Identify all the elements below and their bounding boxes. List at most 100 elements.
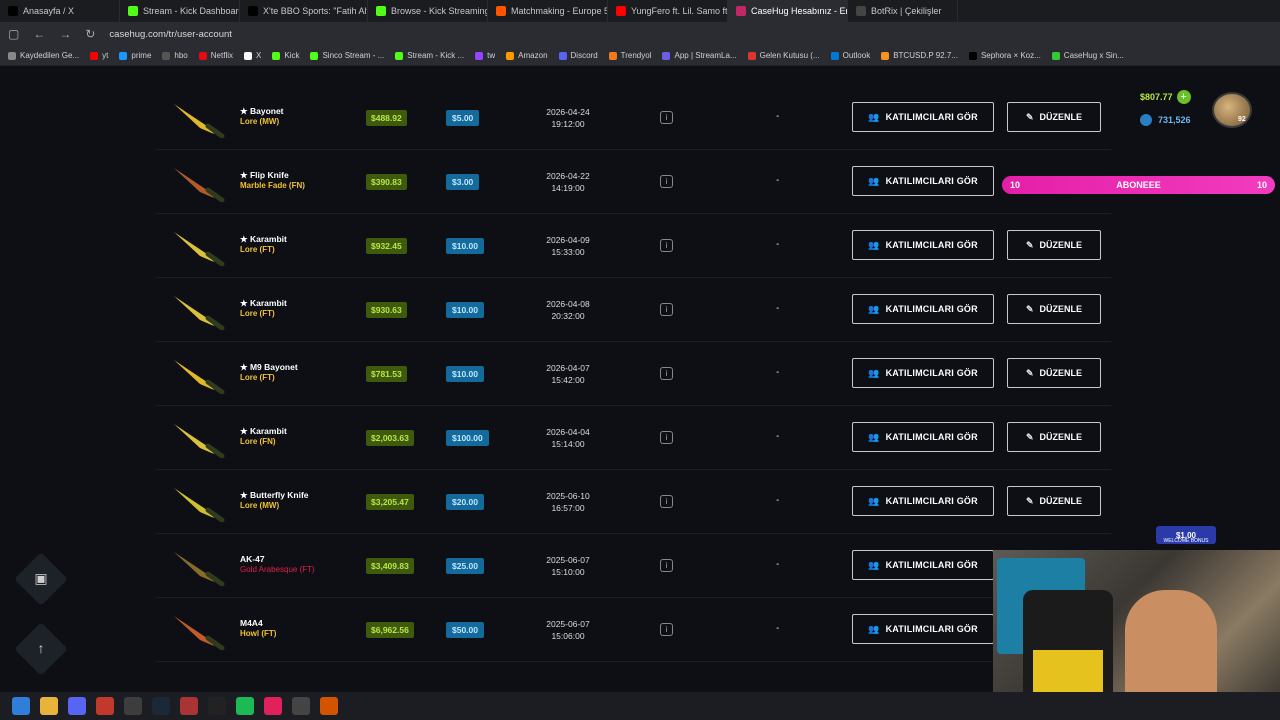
info-icon[interactable]: i [660, 303, 673, 316]
browser-tab[interactable]: YungFero ft. Lil. Samo ft. A... [608, 0, 728, 22]
browser-tab-bar: Anasayfa / X Stream - Kick Dashboard X'te … [0, 0, 1280, 22]
bookmark-item[interactable]: Outlook [830, 51, 871, 60]
view-participants-button[interactable]: 👥 KATILIMCILARI GÖR [852, 102, 994, 132]
bookmark-item[interactable]: Discord [558, 51, 598, 60]
end-date-day: 2026-04-24 [546, 107, 590, 117]
bookmark-item[interactable]: Kick [272, 51, 299, 60]
end-date-time: 20:32:00 [551, 311, 585, 321]
item-skin: Lore (MW) [240, 117, 280, 126]
item-price: $390.83 [366, 174, 407, 190]
maps-icon[interactable] [264, 697, 282, 715]
steam-icon[interactable] [152, 697, 170, 715]
browser-tab[interactable]: BotRix | Çekilişler [848, 0, 958, 22]
back-icon[interactable]: ← [33, 27, 45, 41]
bookmark-item[interactable]: prime [119, 51, 151, 60]
edit-button[interactable]: ✎ DÜZENLE [1007, 102, 1101, 132]
bookmark-item[interactable]: Stream - Kick ... [395, 51, 464, 60]
add-balance-button[interactable]: + [1176, 90, 1191, 104]
vivaldi-icon[interactable] [96, 697, 114, 715]
bookmark-item[interactable]: yt [90, 51, 108, 60]
entry-fee: $10.00 [446, 366, 484, 382]
table-row: ★ Flip Knife Marble Fade (FN) $390.83 $3.00… [156, 150, 1111, 214]
windows-start-icon[interactable] [12, 697, 30, 715]
bookmark-item[interactable]: App | StreamLa... [662, 51, 737, 60]
arrow-up-icon: ↑ [37, 640, 45, 656]
browser-tab[interactable]: Anasayfa / X [0, 0, 120, 22]
edit-label: DÜZENLE [1039, 496, 1083, 506]
view-participants-button[interactable]: 👥 KATILIMCILARI GÖR [852, 550, 994, 580]
bookmark-item[interactable]: Gelen Kutusu (... [747, 51, 820, 60]
app-icon[interactable] [124, 697, 142, 715]
info-icon[interactable]: i [660, 175, 673, 188]
app-icon-3[interactable] [292, 697, 310, 715]
bookmark-icon [662, 51, 671, 60]
info-icon[interactable]: i [660, 623, 673, 636]
edit-label: DÜZENLE [1039, 112, 1083, 122]
bookmark-label: App | StreamLa... [674, 51, 737, 60]
bookmark-item[interactable]: tw [475, 51, 495, 60]
balance-value: $807.77 [1140, 92, 1173, 102]
view-participants-button[interactable]: 👥 KATILIMCILARI GÖR [852, 486, 994, 516]
item-name: M4A4 [240, 618, 263, 628]
tab-favicon-icon [376, 6, 386, 16]
avatar[interactable] [1212, 92, 1252, 128]
edit-button[interactable]: ✎ DÜZENLE [1007, 230, 1101, 260]
info-icon[interactable]: i [660, 239, 673, 252]
browser-tab[interactable]: Stream - Kick Dashboard [120, 0, 240, 22]
edit-button[interactable]: ✎ DÜZENLE [1007, 358, 1101, 388]
forward-icon[interactable]: → [59, 27, 71, 41]
discord-icon[interactable] [68, 697, 86, 715]
app-icon-2[interactable] [180, 697, 198, 715]
browser-tab[interactable]: Browse - Kick Streaming [368, 0, 488, 22]
view-participants-button[interactable]: 👥 KATILIMCILARI GÖR [852, 166, 994, 196]
view-participants-label: KATILIMCILARI GÖR [885, 112, 978, 122]
end-date: 2026-04-07 15:42:00 [528, 362, 608, 386]
coins-value: 731,526 [1158, 115, 1191, 125]
winner-value: - [776, 431, 780, 442]
view-participants-button[interactable]: 👥 KATILIMCILARI GÖR [852, 230, 994, 260]
view-participants-button[interactable]: 👥 KATILIMCILARI GÖR [852, 294, 994, 324]
table-row: ★ Karambit Lore (FT) $932.45 $10.00 2026-04-… [156, 214, 1111, 278]
url-field[interactable]: casehug.com/tr/user-account [109, 29, 232, 40]
bookmark-item[interactable]: BTCUSD.P 92.7... [881, 51, 958, 60]
browser-tab[interactable]: Matchmaking - Europe 5v5 [488, 0, 608, 22]
file-explorer-icon[interactable] [40, 697, 58, 715]
item-name: AK-47 [240, 554, 265, 564]
spotify-icon[interactable] [236, 697, 254, 715]
bookmark-item[interactable]: X [244, 51, 261, 60]
edit-button[interactable]: ✎ DÜZENLE [1007, 486, 1101, 516]
bookmark-item[interactable]: Amazon [506, 51, 548, 60]
reload-icon[interactable]: ↻ [85, 27, 95, 41]
view-participants-button[interactable]: 👥 KATILIMCILARI GÖR [852, 358, 994, 388]
pencil-icon: ✎ [1025, 239, 1034, 250]
sidebar-toggle-icon[interactable]: ▢ [8, 27, 19, 41]
view-participants-button[interactable]: 👥 KATILIMCILARI GÖR [852, 614, 994, 644]
edit-button[interactable]: ✎ DÜZENLE [1007, 422, 1101, 452]
info-icon[interactable]: i [660, 559, 673, 572]
bookmark-icon [747, 51, 756, 60]
bookmark-icon [475, 51, 484, 60]
end-date-time: 14:19:00 [551, 183, 585, 193]
edit-label: DÜZENLE [1039, 368, 1083, 378]
info-icon[interactable]: i [660, 431, 673, 444]
view-participants-button[interactable]: 👥 KATILIMCILARI GÖR [852, 422, 994, 452]
browser-tab[interactable]: CaseHug Hesabınız - Envan... [728, 0, 848, 22]
bookmark-item[interactable]: hbo [162, 51, 188, 60]
bookmark-item[interactable]: Sephora × Koz... [968, 51, 1041, 60]
bookmark-label: Kaydedilen Ge... [20, 51, 80, 60]
bookmark-item[interactable]: CaseHug x Sin... [1051, 51, 1124, 60]
bookmark-item[interactable]: Trendyol [608, 51, 651, 60]
tiktok-icon[interactable] [208, 697, 226, 715]
edit-button[interactable]: ✎ DÜZENLE [1007, 294, 1101, 324]
browser-tab[interactable]: X'te BBO Sports: "Fatih Alt... [240, 0, 368, 22]
bookmark-item[interactable]: Netflix [198, 51, 233, 60]
info-icon[interactable]: i [660, 367, 673, 380]
bookmark-label: Outlook [842, 51, 871, 60]
brave-icon[interactable] [320, 697, 338, 715]
info-icon[interactable]: i [660, 495, 673, 508]
item-price: $2,003.63 [366, 430, 414, 446]
info-icon[interactable]: i [660, 111, 673, 124]
bookmark-item[interactable]: Kaydedilen Ge... [8, 51, 79, 60]
bookmark-item[interactable]: Sinco Stream - ... [310, 51, 384, 60]
winner-value: - [776, 175, 780, 186]
